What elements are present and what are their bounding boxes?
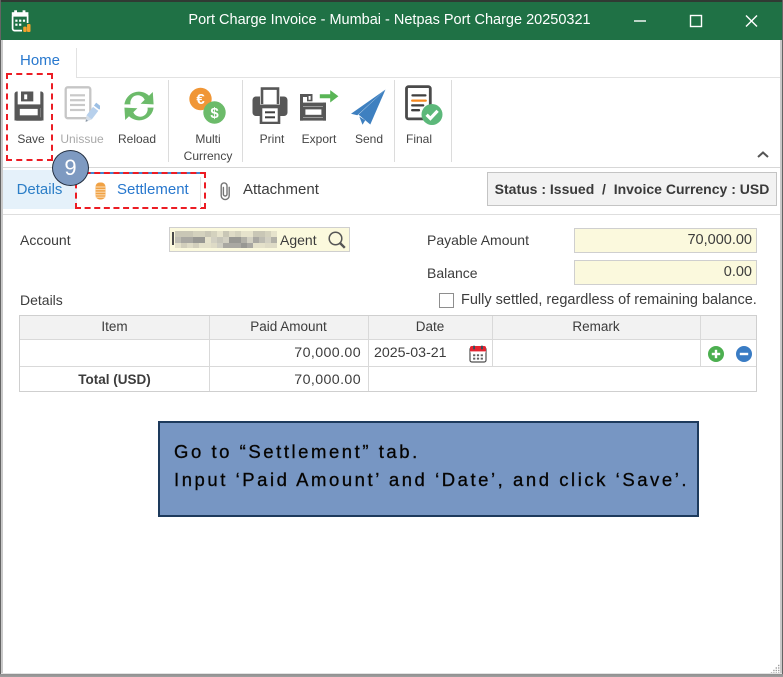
svg-text:€: €	[196, 91, 205, 108]
svg-text:$: $	[210, 105, 219, 122]
